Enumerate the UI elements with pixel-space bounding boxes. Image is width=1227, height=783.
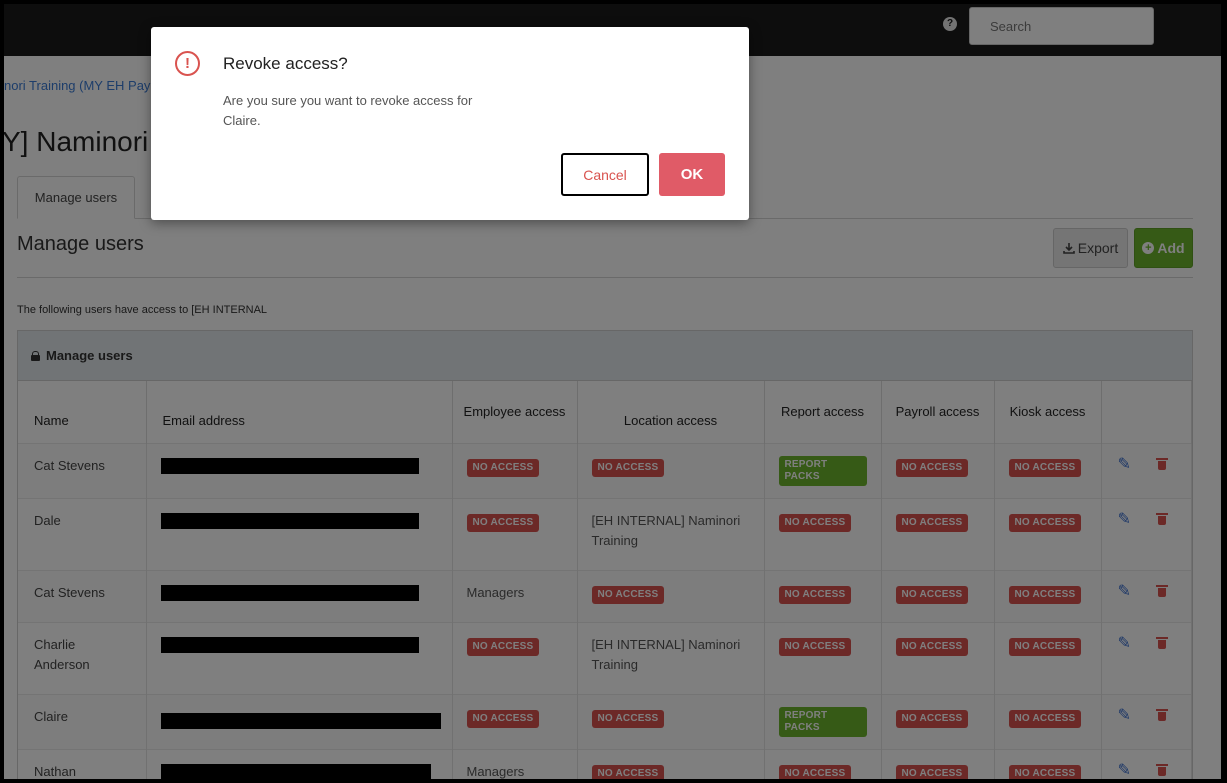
ok-button[interactable]: OK: [659, 153, 725, 196]
dialog-message: Are you sure you want to revoke access f…: [223, 93, 473, 128]
app-window: ? nori Training (MY EH Pay Y] Naminori T…: [0, 0, 1227, 783]
dialog-title: Revoke access?: [223, 54, 348, 73]
cancel-button[interactable]: Cancel: [561, 153, 649, 196]
exclamation-circle-icon: !: [175, 51, 200, 76]
revoke-access-dialog: ! Revoke access? Are you sure you want t…: [151, 27, 749, 220]
